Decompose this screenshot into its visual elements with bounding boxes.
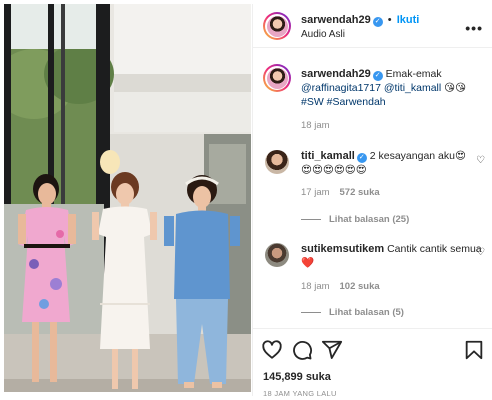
mention-raffinagita[interactable]: @raffinagita1717: [301, 82, 381, 94]
bookmark-icon[interactable]: [463, 339, 485, 361]
verified-badge-icon: ✓: [356, 153, 367, 163]
post-details-panel: sarwendah29 ✓ • Ikuti Audio Asli ••• sarw…: [252, 4, 492, 398]
view-replies-button[interactable]: Lihat balasan (5): [301, 307, 404, 318]
view-replies-label: Lihat balasan (5): [329, 307, 404, 318]
caption-avatar[interactable]: [263, 64, 291, 92]
follow-button[interactable]: Ikuti: [397, 14, 420, 26]
comment-time: 18 jam: [301, 281, 330, 292]
mention-titi[interactable]: @titi_kamall: [384, 82, 441, 94]
post-actions: 145,899 suka 18 JAM YANG LALU: [253, 328, 492, 398]
caption-text: Emak-emak: [385, 68, 442, 80]
caption-username[interactable]: sarwendah29: [301, 68, 371, 80]
comment-like-heart-icon[interactable]: ♡: [476, 247, 485, 258]
comment-emojis: 😍😍😍😍😍😍: [301, 164, 367, 176]
comment-icon[interactable]: [291, 339, 313, 361]
comment-likes[interactable]: 572 suka: [340, 187, 380, 198]
audio-label[interactable]: Audio Asli: [301, 29, 345, 40]
comment-username[interactable]: titi_kamall: [301, 150, 355, 162]
caption: sarwendah29 ✓ Emak-emak @raffinagita1717 …: [301, 67, 487, 109]
likes-count[interactable]: 145,899 suka: [263, 371, 331, 383]
separator-dot: •: [387, 14, 392, 26]
post-media[interactable]: [4, 4, 251, 392]
comment-like-heart-icon[interactable]: ♡: [476, 155, 485, 166]
author-username[interactable]: sarwendah29: [301, 14, 371, 26]
comment-text: 2 kesayangan aku😍: [369, 150, 466, 162]
verified-badge-icon: ✓: [372, 17, 383, 27]
view-replies-label: Lihat balasan (25): [329, 214, 410, 225]
caption-emoji: 😘😘: [441, 82, 467, 94]
comments-area[interactable]: sarwendah29 ✓ Emak-emak @raffinagita1717 …: [253, 49, 492, 327]
author-avatar[interactable]: [263, 12, 291, 40]
comment-avatar[interactable]: [265, 243, 289, 267]
replies-divider: [301, 218, 321, 220]
heart-icon[interactable]: [261, 339, 283, 361]
comment-item: titi_kamall ✓ 2 kesayangan aku😍 😍😍😍😍😍😍: [301, 149, 487, 177]
comment-meta: 17 jam 572 suka: [301, 187, 380, 198]
comment-avatar[interactable]: [265, 150, 289, 174]
comment-time: 17 jam: [301, 187, 330, 198]
comment-meta: 18 jam 102 suka: [301, 281, 380, 292]
caption-time: 18 jam: [301, 120, 330, 131]
post-header: sarwendah29 ✓ • Ikuti Audio Asli •••: [253, 4, 492, 48]
comment-username[interactable]: sutikemsutikem: [301, 243, 384, 255]
post-timestamp: 18 JAM YANG LALU: [263, 389, 337, 398]
view-replies-button[interactable]: Lihat balasan (25): [301, 214, 409, 225]
replies-divider: [301, 311, 321, 313]
paper-plane-icon[interactable]: [321, 339, 343, 361]
post-video-frame: [4, 4, 251, 392]
comment-likes[interactable]: 102 suka: [340, 281, 380, 292]
caption-hashtags[interactable]: #SW #Sarwendah: [301, 96, 386, 108]
comment-item: sutikemsutikem Cantik cantik semua❤️: [301, 242, 487, 270]
more-options-icon[interactable]: •••: [465, 20, 483, 36]
verified-badge-icon: ✓: [372, 71, 383, 81]
author-line: sarwendah29 ✓ • Ikuti: [301, 14, 419, 27]
